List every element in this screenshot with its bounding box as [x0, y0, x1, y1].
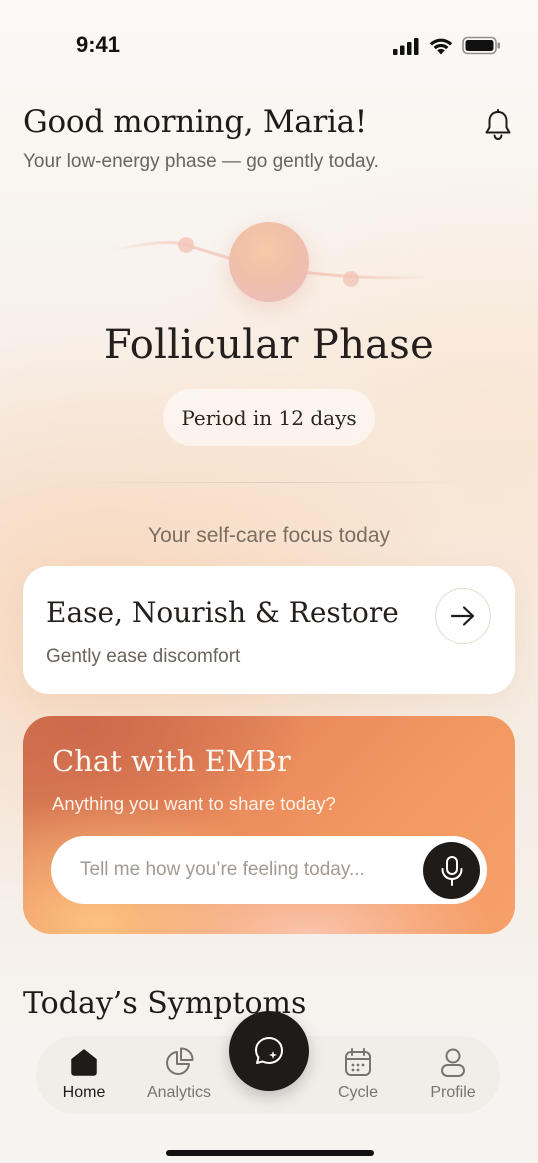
calendar-icon [345, 1048, 371, 1076]
chat-fab-button[interactable] [229, 1011, 309, 1091]
phase-title: Follicular Phase [103, 322, 435, 368]
chat-sparkle-icon [255, 1037, 283, 1064]
greeting-subtitle: Your low-energy phase — go gently today. [23, 151, 379, 172]
status-icons [392, 36, 502, 55]
microphone-icon [441, 855, 462, 886]
wifi-icon [429, 38, 453, 55]
period-countdown-badge: Period in 12 days [163, 389, 375, 446]
cellular-signal-icon [393, 37, 419, 55]
chat-title: Chat with EMBr [52, 744, 291, 778]
chat-subtitle: Anything you want to share today? [52, 793, 336, 814]
chat-input-container [51, 836, 487, 904]
status-time: 9:41 [76, 32, 121, 57]
home-indicator [166, 1150, 374, 1156]
nav-item-home[interactable]: Home [39, 1046, 129, 1110]
arrow-right-icon [450, 606, 475, 626]
nav-label-analytics: Analytics [146, 1084, 212, 1101]
chat-input[interactable] [51, 836, 421, 904]
notifications-button[interactable] [482, 108, 514, 142]
phase-orb [229, 222, 309, 302]
nav-item-profile[interactable]: Profile [408, 1046, 498, 1110]
self-care-focus-card[interactable]: Ease, Nourish & Restore Gently ease disc… [23, 566, 515, 694]
profile-icon [441, 1048, 465, 1077]
chat-card: Chat with EMBr Anything you want to shar… [23, 716, 515, 934]
nav-item-cycle[interactable]: Cycle [313, 1046, 403, 1110]
analytics-icon [166, 1047, 194, 1075]
nav-label-profile: Profile [430, 1084, 476, 1101]
focus-card-subtitle: Gently ease discomfort [46, 646, 241, 667]
focus-open-button[interactable] [435, 588, 491, 644]
nav-item-analytics[interactable]: Analytics [134, 1046, 224, 1110]
bell-icon [485, 109, 511, 141]
home-icon [71, 1049, 97, 1076]
voice-input-button[interactable] [423, 842, 480, 899]
greeting-heading: Good morning, Maria! [23, 104, 367, 140]
nav-label-home: Home [62, 1084, 106, 1101]
divider [70, 482, 468, 483]
self-care-focus-label: Your self-care focus today [147, 524, 391, 547]
period-countdown-text: Period in 12 days [181, 405, 357, 430]
focus-card-title: Ease, Nourish & Restore [46, 596, 399, 629]
battery-icon [462, 36, 500, 55]
nav-label-cycle: Cycle [337, 1084, 378, 1101]
home-screen: 9:41 Good morning, Maria! Your low-energ… [0, 0, 538, 1163]
